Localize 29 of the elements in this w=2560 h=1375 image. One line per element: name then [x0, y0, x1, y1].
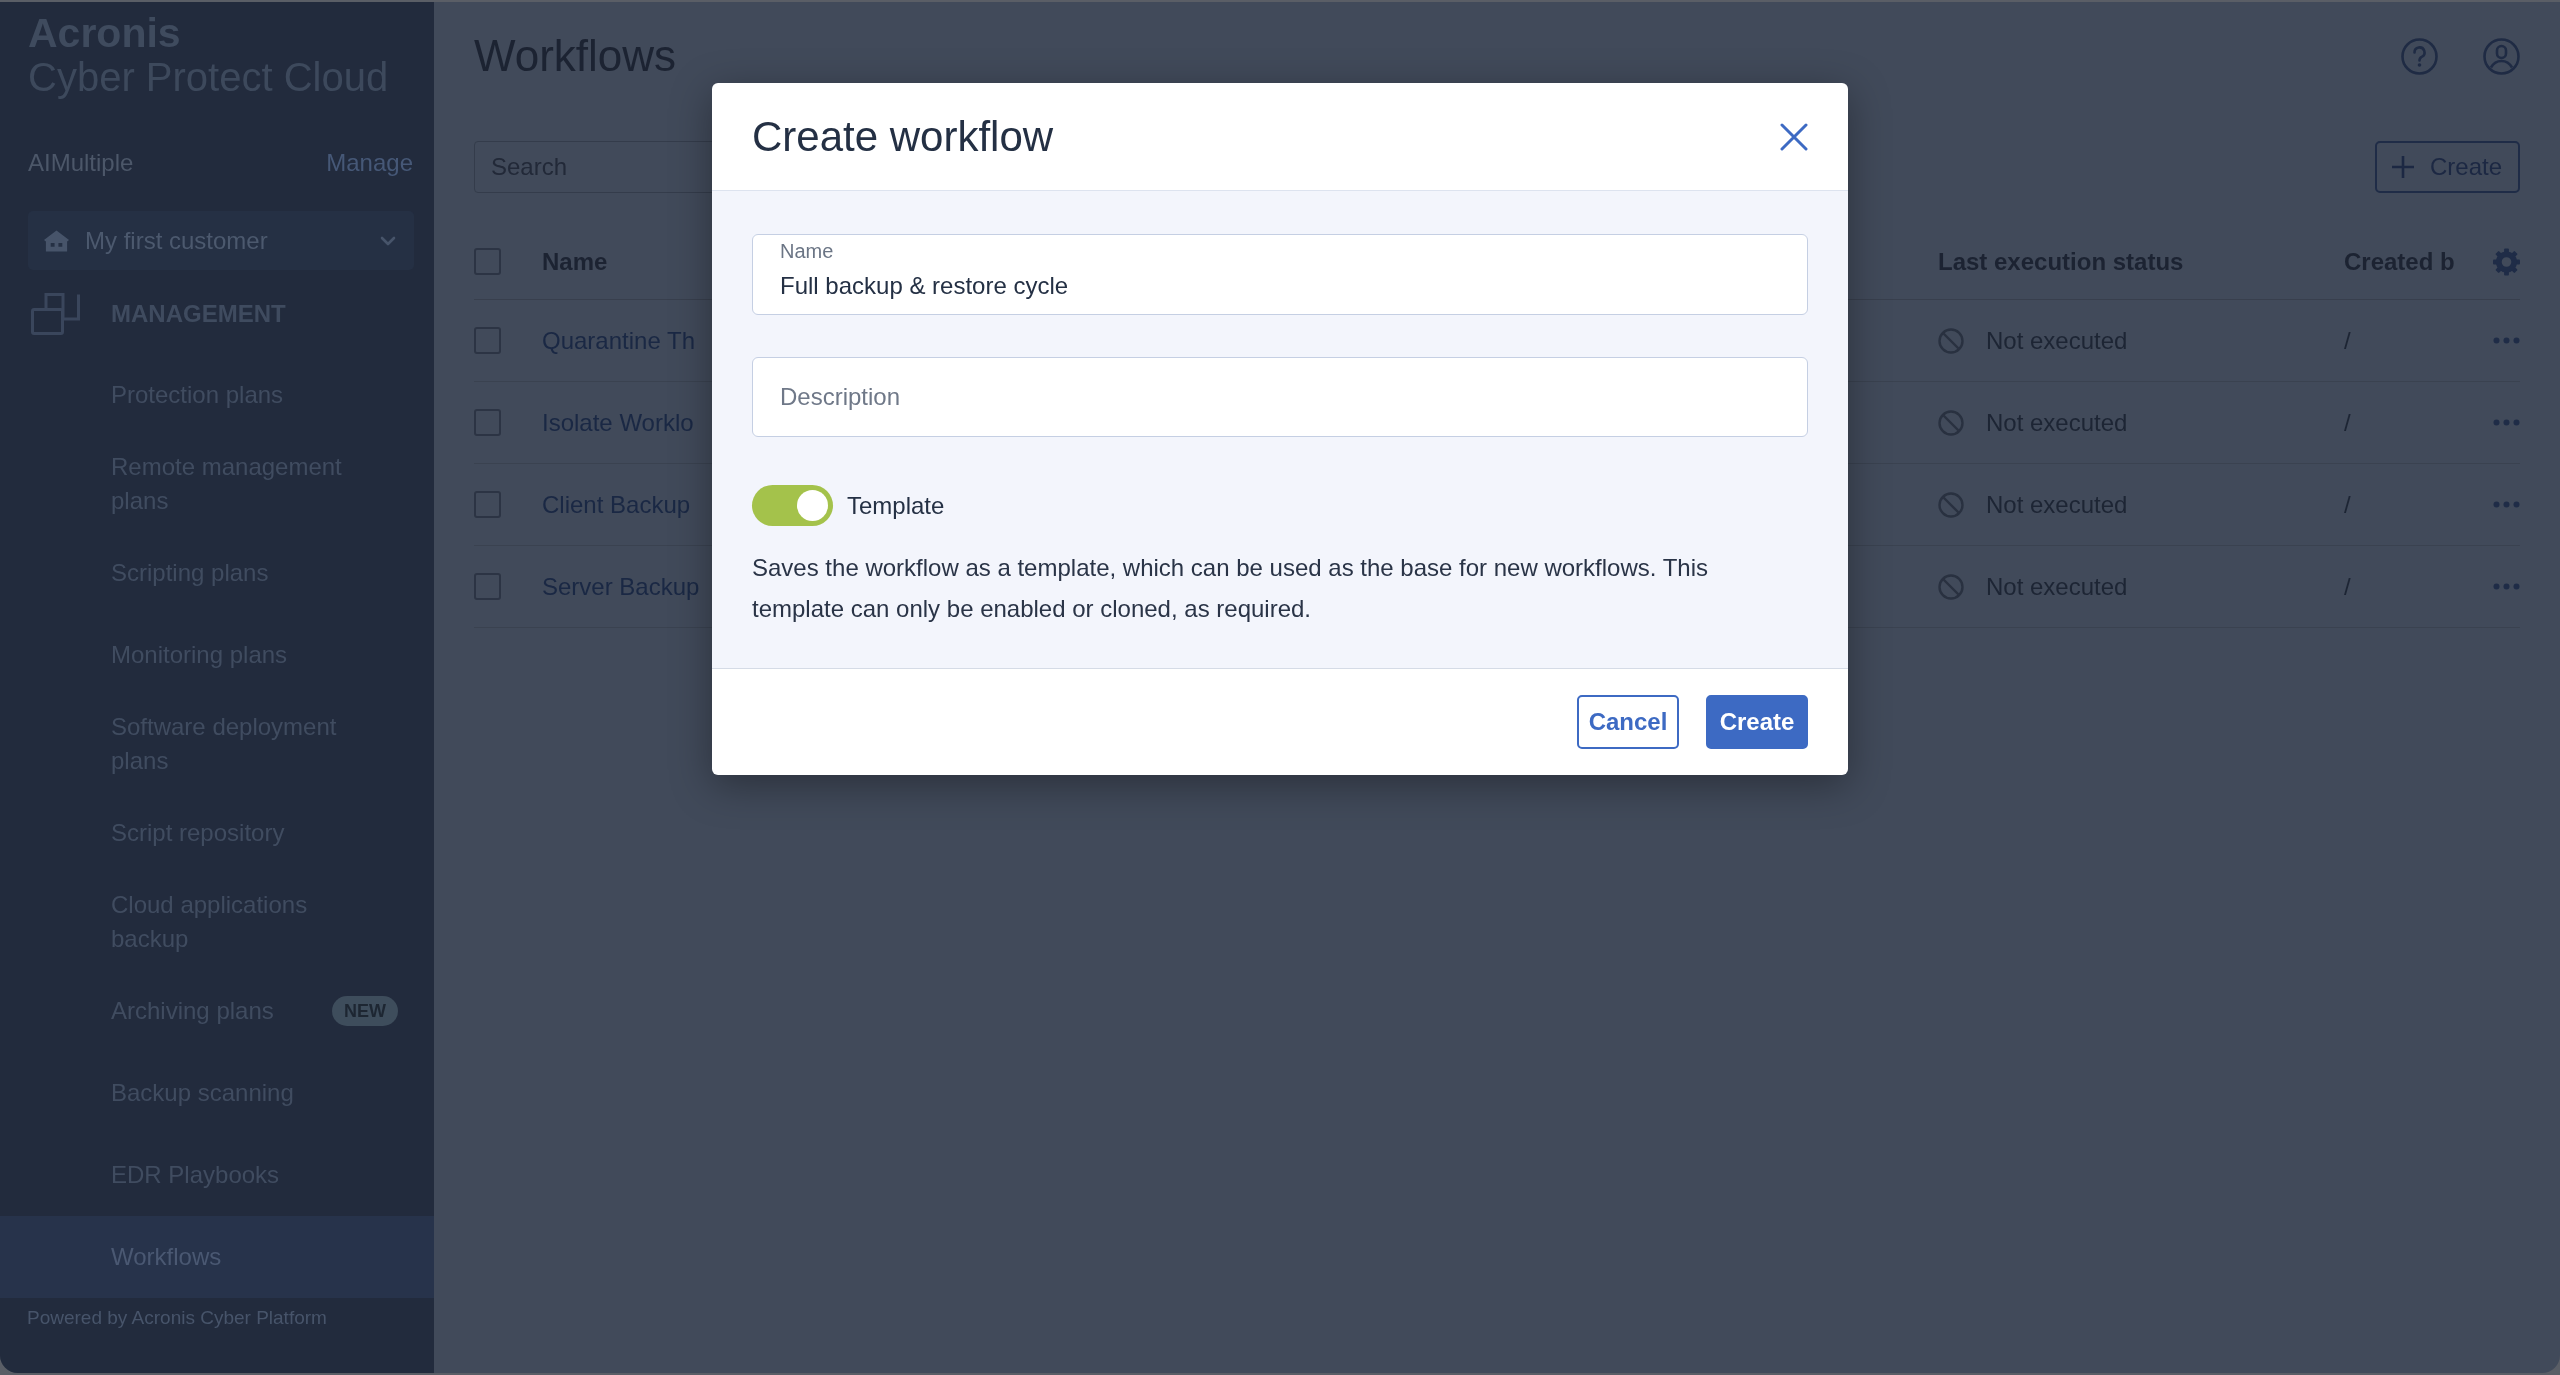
table-cell: / — [2344, 572, 2351, 600]
table-cell: / — [2344, 490, 2351, 518]
cancel-button[interactable]: Cancel — [1577, 695, 1679, 749]
more-icon[interactable] — [2493, 501, 2520, 508]
user-icon[interactable] — [2483, 37, 2520, 75]
overlapping-squares-icon — [31, 293, 80, 335]
ban-icon — [1938, 327, 1964, 354]
name-field[interactable]: Name Full backup & restore cycle — [752, 234, 1808, 315]
more-icon[interactable] — [2493, 337, 2520, 344]
plus-icon — [2390, 154, 2415, 179]
dialog-title: Create workflow — [752, 111, 1054, 162]
ban-icon — [1938, 491, 1964, 518]
home-icon — [43, 228, 70, 253]
help-text: Saves the workflow as a template, which can be used as the base for new workflows. This template can only be enabled or cloned, as required. — [752, 553, 1710, 624]
manage-link[interactable]: Manage — [326, 148, 413, 178]
create-button[interactable]: Create — [1706, 695, 1808, 749]
settings-icon[interactable] — [2493, 247, 2520, 276]
template-toggle[interactable] — [752, 485, 833, 526]
toggle-label: Template — [847, 490, 945, 521]
table-cell: / — [2344, 408, 2351, 436]
close-icon[interactable] — [1780, 122, 1808, 151]
ban-icon — [1938, 409, 1964, 436]
chevron-down-icon — [380, 235, 396, 246]
table-cell: / — [2344, 326, 2351, 354]
help-icon[interactable] — [2401, 37, 2438, 75]
more-icon[interactable] — [2493, 419, 2520, 426]
description-field[interactable]: Description — [752, 357, 1808, 437]
ban-icon — [1938, 573, 1964, 600]
more-icon[interactable] — [2493, 583, 2520, 590]
